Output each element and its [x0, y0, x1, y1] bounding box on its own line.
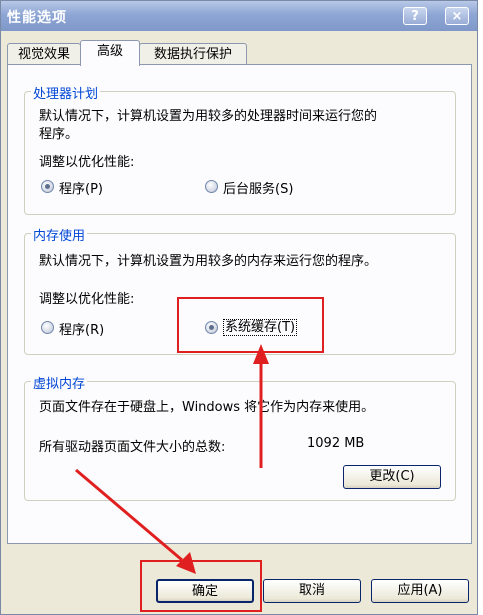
- arrow-to-ok-shaft: [75, 468, 183, 562]
- tab-advanced[interactable]: 高级: [80, 40, 140, 66]
- arrow-to-system-cache-head: [253, 344, 269, 364]
- annotation-arrows: [75, 344, 269, 574]
- arrow-to-ok-head: [176, 552, 196, 574]
